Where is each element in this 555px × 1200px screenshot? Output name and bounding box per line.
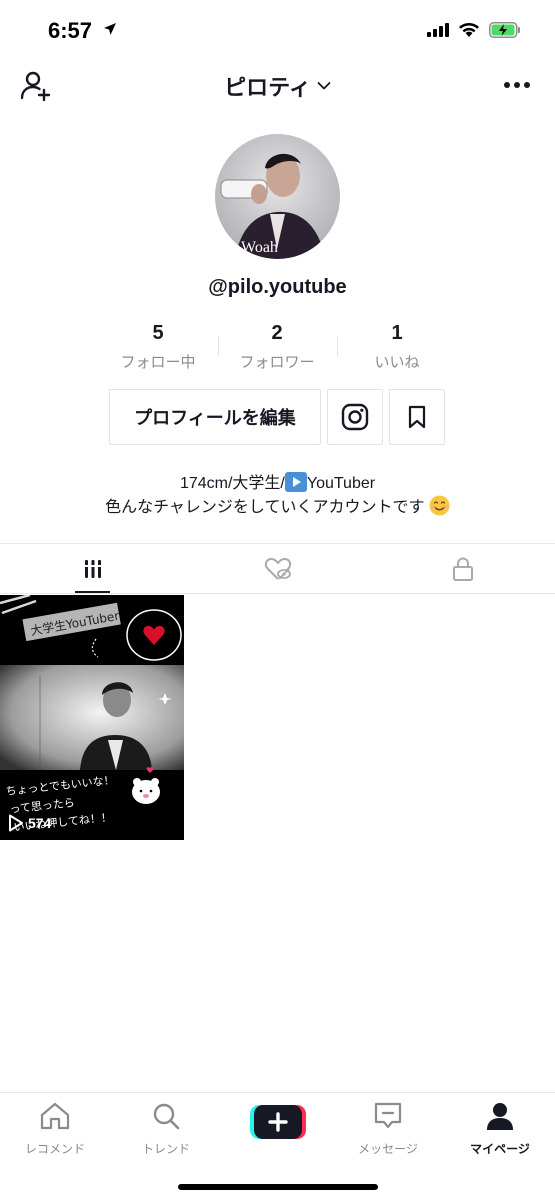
create-video-button[interactable]	[250, 1105, 306, 1139]
lock-icon	[452, 557, 473, 581]
hidden-heart-icon	[264, 558, 291, 580]
stat-likes[interactable]: 1 いいね	[337, 322, 457, 372]
account-switcher[interactable]: ピロティ	[0, 70, 555, 102]
nav-trend[interactable]: トレンド	[116, 1101, 216, 1157]
home-icon	[40, 1102, 70, 1130]
favorites-button[interactable]	[389, 389, 445, 445]
nav-recommend[interactable]: レコメンド	[5, 1101, 105, 1157]
view-count-text: 574	[28, 815, 52, 831]
content-tabs	[0, 544, 555, 594]
play-button-emoji-icon	[284, 472, 307, 492]
bio-line-1: 174cm/大学生/YouTuber	[0, 472, 555, 495]
bio-line-2: 色んなチャレンジをしていくアカウントです	[0, 495, 555, 519]
profile-stats: 5 フォロー中 2 フォロワー 1 いいね	[0, 322, 555, 372]
avatar-text: Woah	[241, 239, 278, 256]
cellular-signal-icon	[427, 23, 449, 37]
chevron-down-icon	[317, 82, 331, 90]
profile-header: ピロティ	[0, 62, 555, 108]
tab-videos[interactable]	[0, 544, 185, 594]
likes-count: 1	[391, 322, 403, 344]
smiling-face-emoji-icon	[429, 495, 450, 516]
divider	[0, 593, 555, 594]
tab-private[interactable]	[370, 544, 555, 594]
nav-mypage[interactable]: マイページ	[450, 1101, 550, 1157]
location-arrow-icon	[104, 23, 116, 35]
view-count: 574	[8, 814, 51, 832]
following-label: フォロー中	[120, 354, 196, 371]
nav-mypage-label: マイページ	[470, 1142, 530, 1156]
stat-followers[interactable]: 2 フォロワー	[217, 322, 337, 372]
grid-icon	[82, 560, 103, 578]
more-options-icon[interactable]	[503, 75, 531, 95]
followers-label: フォロワー	[239, 354, 315, 371]
page-title: ピロティ	[224, 75, 311, 100]
nav-messages[interactable]: メッセージ	[338, 1101, 438, 1157]
profile-icon	[487, 1103, 513, 1130]
nav-messages-label: メッセージ	[358, 1142, 418, 1156]
bio-line-1-prefix: 174cm/大学生/	[179, 475, 285, 492]
edit-profile-button[interactable]: プロフィールを編集	[109, 389, 321, 445]
plus-icon	[250, 1105, 306, 1139]
following-count: 5	[152, 322, 164, 344]
bio-line-1-suffix: YouTuber	[306, 475, 376, 492]
avatar[interactable]: Woah	[215, 134, 340, 259]
bio-line-2-text: 色んなチャレンジをしていくアカウントです	[105, 499, 425, 516]
status-time: 6:57	[48, 18, 93, 43]
message-icon	[374, 1102, 402, 1129]
play-icon	[9, 814, 23, 832]
video-thumbnail[interactable]: 大学生YouTuber ちょっとでもいいな！ って思ったら いいね押してね！！ …	[0, 595, 184, 840]
search-icon	[153, 1103, 180, 1130]
nav-trend-label: トレンド	[141, 1142, 190, 1156]
instagram-button[interactable]	[327, 389, 383, 445]
stat-following[interactable]: 5 フォロー中	[98, 322, 218, 372]
bookmark-icon	[408, 405, 426, 429]
home-indicator[interactable]	[178, 1184, 378, 1190]
username: @pilo.youtube	[208, 276, 347, 298]
instagram-icon	[341, 403, 369, 431]
followers-count: 2	[271, 322, 283, 344]
tab-liked[interactable]	[185, 544, 370, 594]
status-bar: 6:57	[0, 0, 555, 62]
nav-recommend-label: レコメンド	[24, 1142, 85, 1156]
bottom-navigation: レコメンド トレンド メッセージ マイページ	[0, 1092, 555, 1200]
battery-charging-icon	[489, 22, 520, 38]
likes-label: いいね	[374, 354, 420, 371]
wifi-icon	[459, 23, 479, 37]
profile-bio: 174cm/大学生/YouTuber 色んなチャレンジをしていくアカウントです	[0, 472, 555, 519]
